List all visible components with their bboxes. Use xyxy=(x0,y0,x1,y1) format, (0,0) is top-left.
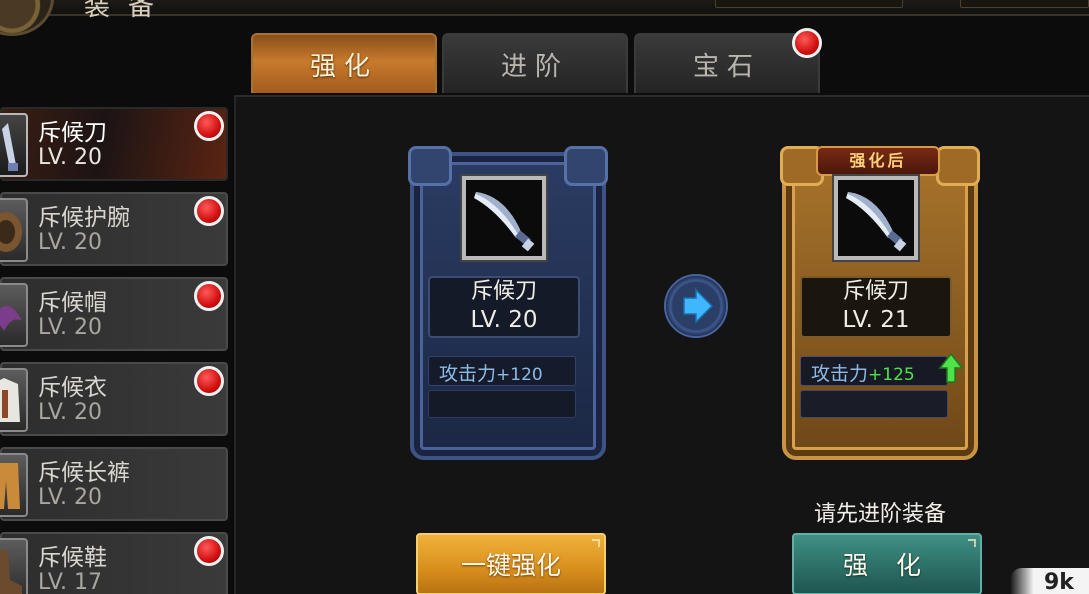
blade-thumb-icon xyxy=(0,113,28,177)
stat-value: +125 xyxy=(868,365,915,385)
item-level: LV. 20 xyxy=(470,307,538,333)
bracer-thumb-icon xyxy=(0,198,28,262)
gem-currency-slot xyxy=(960,0,1089,8)
top-bar: 装备 xyxy=(0,0,1089,36)
tab-gem-label: 宝石 xyxy=(692,51,761,82)
item-name-plate: 斥候刀 LV. 21 xyxy=(800,276,952,338)
equip-level: LV. 20 xyxy=(38,230,103,255)
after-item-card: 强化后 斥候刀 LV. 21 攻击力+125 xyxy=(780,146,980,460)
menu-emblem-icon[interactable] xyxy=(0,0,54,36)
equip-name: 斥候长裤 xyxy=(38,460,130,486)
item-name: 斥候刀 xyxy=(842,279,909,304)
notify-badge-icon xyxy=(194,366,224,396)
stat-label: 攻击力+125 xyxy=(811,363,915,385)
gold-currency-slot xyxy=(715,0,903,8)
notify-badge-icon xyxy=(194,111,224,141)
stat-value: +120 xyxy=(496,365,543,385)
stat-up-arrow-icon xyxy=(938,352,964,383)
equip-level: LV. 20 xyxy=(38,400,103,425)
item-icon-slot[interactable] xyxy=(460,174,548,262)
empty-stat-plate xyxy=(428,390,576,418)
enhance-button-label: 强 化 xyxy=(843,551,931,580)
advance-hint-text: 请先进阶装备 xyxy=(814,502,947,527)
card-corner-ornament xyxy=(936,146,980,186)
equip-level: LV. 20 xyxy=(38,315,103,340)
item-level: LV. 21 xyxy=(842,307,910,333)
blade-icon xyxy=(846,192,907,252)
button-corner-ornament xyxy=(592,539,600,547)
page-title: 装备 xyxy=(84,0,173,22)
notify-badge-icon xyxy=(194,536,224,566)
card-corner-ornament xyxy=(564,146,608,186)
equip-name: 斥候帽 xyxy=(38,290,107,316)
pants-thumb-icon xyxy=(0,453,28,517)
equip-name: 斥候鞋 xyxy=(38,545,107,571)
equip-name: 斥候护腕 xyxy=(38,205,130,231)
arrow-right-icon xyxy=(664,274,728,338)
equip-item-scout-bracer[interactable]: 斥候护腕 LV. 20 xyxy=(0,192,228,266)
notify-badge-icon xyxy=(194,281,224,311)
stat-label: 攻击力+120 xyxy=(439,363,543,385)
after-enhance-banner: 强化后 xyxy=(816,146,940,176)
clothes-thumb-icon xyxy=(0,368,28,432)
equip-level: LV. 17 xyxy=(38,570,103,594)
equip-name: 斥候刀 xyxy=(38,120,107,146)
card-corner-ornament xyxy=(408,146,452,186)
equip-name: 斥候衣 xyxy=(38,375,107,401)
equip-item-scout-pants[interactable]: 斥候长裤 LV. 20 xyxy=(0,447,228,521)
shoes-thumb-icon xyxy=(0,538,28,594)
equip-item-scout-shoes[interactable]: 斥候鞋 LV. 17 xyxy=(0,532,228,594)
one-click-enhance-button[interactable]: 一键强化 xyxy=(416,533,606,594)
watermark-text: 9k xyxy=(1044,570,1074,594)
equip-level: LV. 20 xyxy=(38,485,103,510)
tab-advance[interactable]: 进阶 xyxy=(442,33,628,93)
equip-item-scout-clothes[interactable]: 斥候衣 LV. 20 xyxy=(0,362,228,436)
current-item-card: 斥候刀 LV. 20 攻击力+120 xyxy=(408,146,608,460)
equip-item-scout-blade[interactable]: 斥候刀 LV. 20 xyxy=(0,107,228,181)
enhance-button[interactable]: 强 化 xyxy=(792,533,982,594)
equip-level: LV. 20 xyxy=(38,145,103,170)
item-name-plate: 斥候刀 LV. 20 xyxy=(428,276,580,338)
blade-icon xyxy=(474,192,535,252)
equip-item-scout-hat[interactable]: 斥候帽 LV. 20 xyxy=(0,277,228,351)
notify-badge-icon xyxy=(194,196,224,226)
stat-plate: 攻击力+125 xyxy=(800,356,948,386)
tab-enhance[interactable]: 强化 xyxy=(251,33,437,93)
empty-stat-plate xyxy=(800,390,948,418)
tab-gem-badge-icon xyxy=(792,28,822,58)
one-click-enhance-label: 一键强化 xyxy=(460,551,561,580)
item-icon-slot[interactable] xyxy=(832,174,920,262)
tab-enhance-label: 强化 xyxy=(309,51,378,82)
stat-plate: 攻击力+120 xyxy=(428,356,576,386)
button-corner-ornament xyxy=(968,539,976,547)
tab-advance-label: 进阶 xyxy=(500,51,569,82)
item-name: 斥候刀 xyxy=(470,279,537,304)
hat-thumb-icon xyxy=(0,283,28,347)
